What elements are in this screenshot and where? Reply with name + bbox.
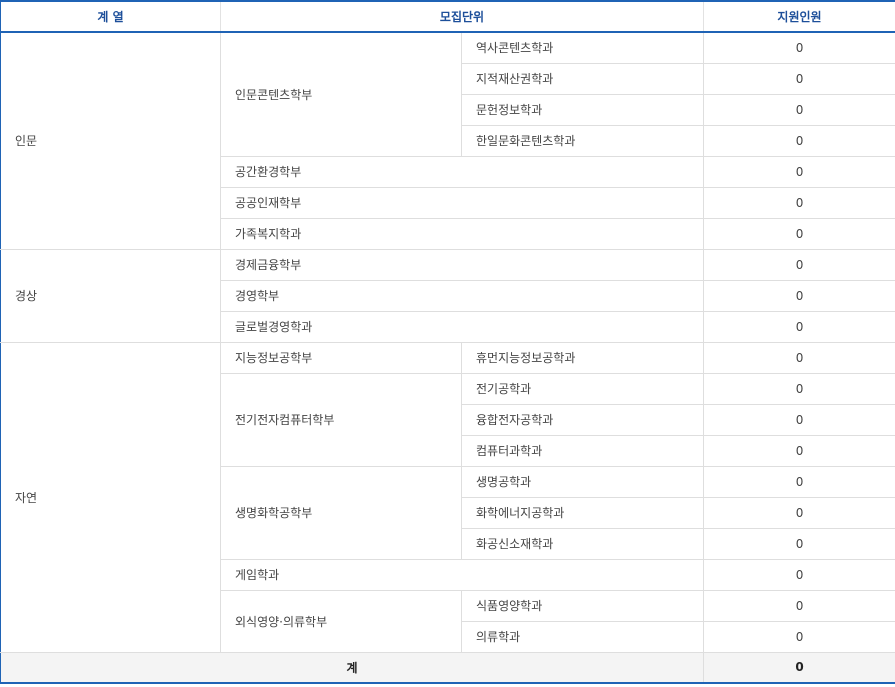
count-food: 0 [703,589,895,622]
unit-space-env: 공간환경학부 [219,155,705,188]
unit-global-business: 글로벌경영학과 [219,310,705,343]
header-recruit-unit: 모집단위 [219,0,704,33]
unit-public-talent: 공공인재학부 [219,186,705,219]
major-ip: 지적재산권학과 [460,62,705,95]
total-label: 계 [0,651,705,684]
count-chem-energy: 0 [703,496,895,529]
header-row: 계 열 모집단위 지원인원 [0,0,895,33]
major-chem-material: 화공신소재학과 [460,527,705,560]
unit-econ-finance: 경제금융학부 [219,248,705,281]
major-clothing: 의류학과 [460,620,705,653]
admission-table: 계 열 모집단위 지원인원 인문 인문콘텐츠학부 역사콘텐츠학과 0 지적재산권… [0,0,895,684]
count-convergence-elec: 0 [703,403,895,436]
table-row: 자연 지능정보공학부 휴먼지능정보공학과 0 [0,341,895,653]
major-korea-japan: 한일문화콘텐츠학과 [460,124,705,157]
unit-family-welfare: 가족복지학과 [219,217,705,250]
count-korea-japan: 0 [703,124,895,157]
major-chem-energy: 화학에너지공학과 [460,496,705,529]
count-business: 0 [703,279,895,312]
unit-intel-info: 지능정보공학부 [220,341,462,374]
category-gyeongsang: 경상 [0,248,221,343]
unit-bio-chem: 생명화학공학부 [220,465,462,560]
count-history-content: 0 [703,31,895,64]
count-chem-material: 0 [703,527,895,560]
unit-game: 게임학과 [219,558,705,591]
count-family-welfare: 0 [703,217,895,250]
table-row: 인문 인문콘텐츠학부 역사콘텐츠학과 0 [0,31,895,250]
total-value: 0 [703,651,895,684]
major-bio: 생명공학과 [460,465,705,498]
count-ip: 0 [703,62,895,95]
count-lib-info: 0 [703,93,895,126]
major-history-content: 역사콘텐츠학과 [460,31,705,64]
table-row: 경상 경제금융학부 0 [0,248,895,343]
header-applicants: 지원인원 [703,0,895,33]
count-clothing: 0 [703,620,895,653]
total-row: 계 0 [0,651,895,684]
category-inmun: 인문 [0,31,221,250]
header-category: 계 열 [0,0,221,33]
unit-food-nutrition: 외식영양·의류학부 [220,589,462,653]
major-food: 식품영양학과 [460,589,705,622]
count-game: 0 [703,558,895,591]
unit-business: 경영학부 [219,279,705,312]
major-electrical: 전기공학과 [460,372,705,405]
unit-elec-computer: 전기전자컴퓨터학부 [220,372,462,467]
count-computer: 0 [703,434,895,467]
major-human-intel: 휴먼지능정보공학과 [460,341,705,374]
count-space-env: 0 [703,155,895,188]
count-human-intel: 0 [703,341,895,374]
count-electrical: 0 [703,372,895,405]
count-econ-finance: 0 [703,248,895,281]
count-global-business: 0 [703,310,895,343]
major-computer: 컴퓨터과학과 [460,434,705,467]
count-bio: 0 [703,465,895,498]
major-lib-info: 문헌정보학과 [460,93,705,126]
count-public-talent: 0 [703,186,895,219]
unit-inmun-content: 인문콘텐츠학부 [220,31,462,157]
category-jayeon: 자연 [0,341,221,653]
major-convergence-elec: 융합전자공학과 [460,403,705,436]
